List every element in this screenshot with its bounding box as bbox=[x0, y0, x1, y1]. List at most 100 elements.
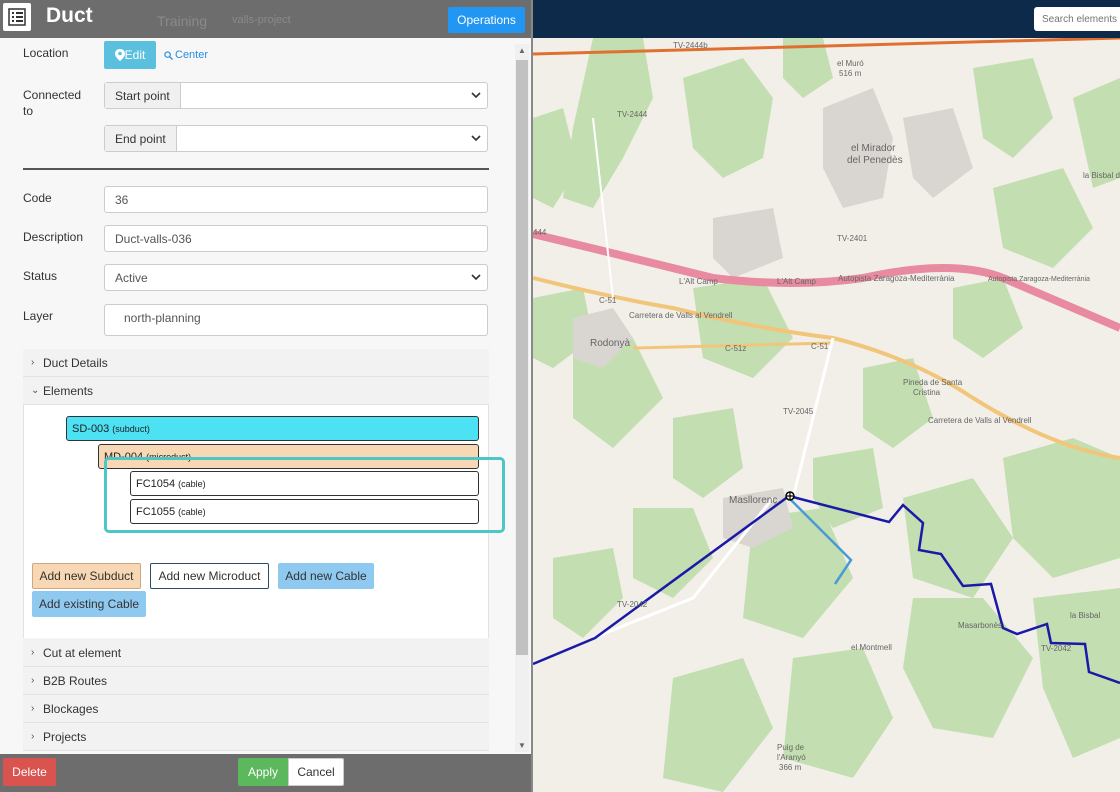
list-icon[interactable] bbox=[3, 3, 31, 31]
panel-scrollbar[interactable]: ▲ ▼ bbox=[515, 44, 529, 752]
accordion-elements[interactable]: ⌄ Elements bbox=[23, 377, 489, 405]
status-select[interactable]: Active bbox=[104, 264, 488, 291]
duct-edit-panel: Duct Training valls-project Operations L… bbox=[0, 0, 533, 792]
layer-input[interactable]: north-planning bbox=[104, 304, 488, 336]
ghost-tab-project: valls-project bbox=[232, 14, 291, 26]
ghost-tab-training: Training bbox=[157, 13, 208, 29]
accordion-blockages[interactable]: › Blockages bbox=[23, 695, 489, 723]
apply-button[interactable]: Apply bbox=[238, 758, 288, 786]
accordion-b2b-routes[interactable]: › B2B Routes bbox=[23, 667, 489, 695]
map-canvas[interactable]: TV-2444b el Muró 516 m TV-2444 el Mirado… bbox=[533, 38, 1120, 792]
cancel-button[interactable]: Cancel bbox=[288, 758, 344, 786]
chevron-down-icon bbox=[471, 92, 481, 99]
map-label: el Mirador bbox=[851, 143, 896, 154]
map-label: Masllorenç bbox=[729, 495, 777, 506]
map-label: Puig de bbox=[777, 743, 805, 752]
map-label: Cristina bbox=[913, 388, 941, 397]
code-input[interactable]: 36 bbox=[104, 186, 488, 213]
zoom-icon bbox=[164, 50, 173, 60]
layer-label: Layer bbox=[23, 309, 54, 323]
map-label: el Muró bbox=[837, 59, 864, 68]
panel-footer: Delete Apply Cancel bbox=[0, 754, 531, 792]
map-label: la Bisbal del bbox=[1083, 171, 1120, 180]
chevron-right-icon: › bbox=[31, 731, 35, 742]
status-label: Status bbox=[23, 269, 58, 283]
map-view[interactable]: TV-2444b el Muró 516 m TV-2444 el Mirado… bbox=[533, 0, 1120, 792]
scrollbar-thumb[interactable] bbox=[516, 60, 528, 655]
accordion-label: Blockages bbox=[43, 701, 99, 716]
map-label: C-51 bbox=[811, 342, 829, 351]
description-label: Description bbox=[23, 230, 84, 244]
edit-location-button[interactable]: Edit bbox=[104, 41, 156, 69]
tree-item-type: (subduct) bbox=[112, 423, 150, 434]
delete-button[interactable]: Delete bbox=[3, 758, 56, 786]
accordion-duct-details[interactable]: › Duct Details bbox=[23, 349, 489, 377]
map-label: TV-2042 bbox=[1041, 644, 1072, 653]
accordion-label: Duct Details bbox=[43, 355, 108, 370]
app-root: TV-2444b el Muró 516 m TV-2444 el Mirado… bbox=[0, 0, 1120, 792]
add-cable-button[interactable]: Add new Cable bbox=[278, 563, 374, 589]
accordion-label: Projects bbox=[43, 729, 87, 744]
map-label: L'Alt Camp bbox=[777, 277, 816, 286]
map-label: Autopista Zaragoza-Mediterrània bbox=[988, 276, 1090, 283]
panel-header: Duct Training valls-project Operations bbox=[0, 0, 531, 38]
map-label: Carretera de Valls al Vendrell bbox=[928, 416, 1032, 425]
map-label: 516 m bbox=[839, 69, 862, 78]
accordion-projects[interactable]: › Projects bbox=[23, 723, 489, 751]
map-label: Pineda de Santa bbox=[903, 378, 963, 387]
add-subduct-button[interactable]: Add new Subduct bbox=[32, 563, 141, 589]
operations-button[interactable]: Operations bbox=[448, 7, 525, 33]
map-label: TV-2042 bbox=[617, 600, 648, 609]
map-label: Carretera de Valls al Vendrell bbox=[629, 311, 733, 320]
map-label: l'Aranyó bbox=[777, 753, 806, 762]
end-point-select[interactable]: End point bbox=[104, 125, 488, 152]
section-divider bbox=[23, 168, 489, 170]
center-label: Center bbox=[175, 49, 209, 61]
map-label: TV-2045 bbox=[783, 407, 814, 416]
chevron-right-icon: › bbox=[31, 703, 35, 714]
tree-item-type: (cable) bbox=[178, 506, 206, 517]
add-microduct-button[interactable]: Add new Microduct bbox=[150, 563, 269, 589]
map-label: L'Alt Camp bbox=[679, 277, 718, 286]
chevron-down-icon bbox=[471, 274, 481, 281]
accordion-label: B2B Routes bbox=[43, 673, 108, 688]
connected-to-label: Connected to bbox=[23, 88, 82, 118]
add-existing-cable-button[interactable]: Add existing Cable bbox=[32, 591, 146, 617]
tree-item-subduct[interactable]: SD-003 (subduct) bbox=[66, 416, 479, 441]
map-label: TV-2401 bbox=[837, 234, 868, 243]
map-topbar bbox=[533, 0, 1120, 38]
start-point-select[interactable]: Start point bbox=[104, 82, 488, 109]
scroll-up-icon[interactable]: ▲ bbox=[518, 46, 526, 55]
accordion-label: Elements bbox=[43, 383, 94, 398]
description-input[interactable]: Duct-valls-036 bbox=[104, 225, 488, 252]
scroll-down-icon[interactable]: ▼ bbox=[518, 741, 526, 750]
map-label: C-51 bbox=[599, 296, 617, 305]
map-label: Rodonyà bbox=[590, 338, 630, 349]
chevron-down-icon: ⌄ bbox=[31, 385, 40, 396]
status-value: Active bbox=[115, 270, 148, 285]
elements-panel: SD-003 (subduct) MD-004 (microduct) FC1054… bbox=[23, 405, 505, 638]
chevron-down-icon bbox=[471, 135, 481, 142]
map-pin-icon bbox=[114, 49, 125, 61]
accordion-cut-at-element[interactable]: › Cut at element bbox=[23, 639, 489, 667]
chevron-right-icon: › bbox=[31, 675, 35, 686]
map-label: del Penedès bbox=[847, 155, 903, 166]
tree-item-name: FC1055 bbox=[136, 505, 176, 518]
tree-item-name: FC1054 bbox=[136, 477, 176, 490]
accordion-label: Cut at element bbox=[43, 645, 122, 660]
chevron-right-icon: › bbox=[31, 357, 35, 368]
tree-item-cable[interactable]: FC1054 (cable) bbox=[130, 471, 479, 496]
panel-title: Duct bbox=[46, 4, 93, 27]
map-label: Autopista Zaragoza-Mediterrània bbox=[838, 274, 955, 283]
map-label: TV-2444b bbox=[673, 41, 708, 50]
chevron-right-icon: › bbox=[31, 647, 35, 658]
tree-item-type: (cable) bbox=[178, 478, 206, 489]
map-label: el Montmell bbox=[851, 643, 892, 652]
map-search-input[interactable] bbox=[1034, 7, 1120, 31]
center-link[interactable]: Center bbox=[164, 49, 208, 61]
code-label: Code bbox=[23, 191, 52, 205]
edit-label: Edit bbox=[124, 48, 146, 62]
tree-item-cable[interactable]: FC1055 (cable) bbox=[130, 499, 479, 524]
tree-item-name: SD-003 bbox=[72, 422, 110, 435]
map-label: C-51z bbox=[725, 344, 746, 353]
